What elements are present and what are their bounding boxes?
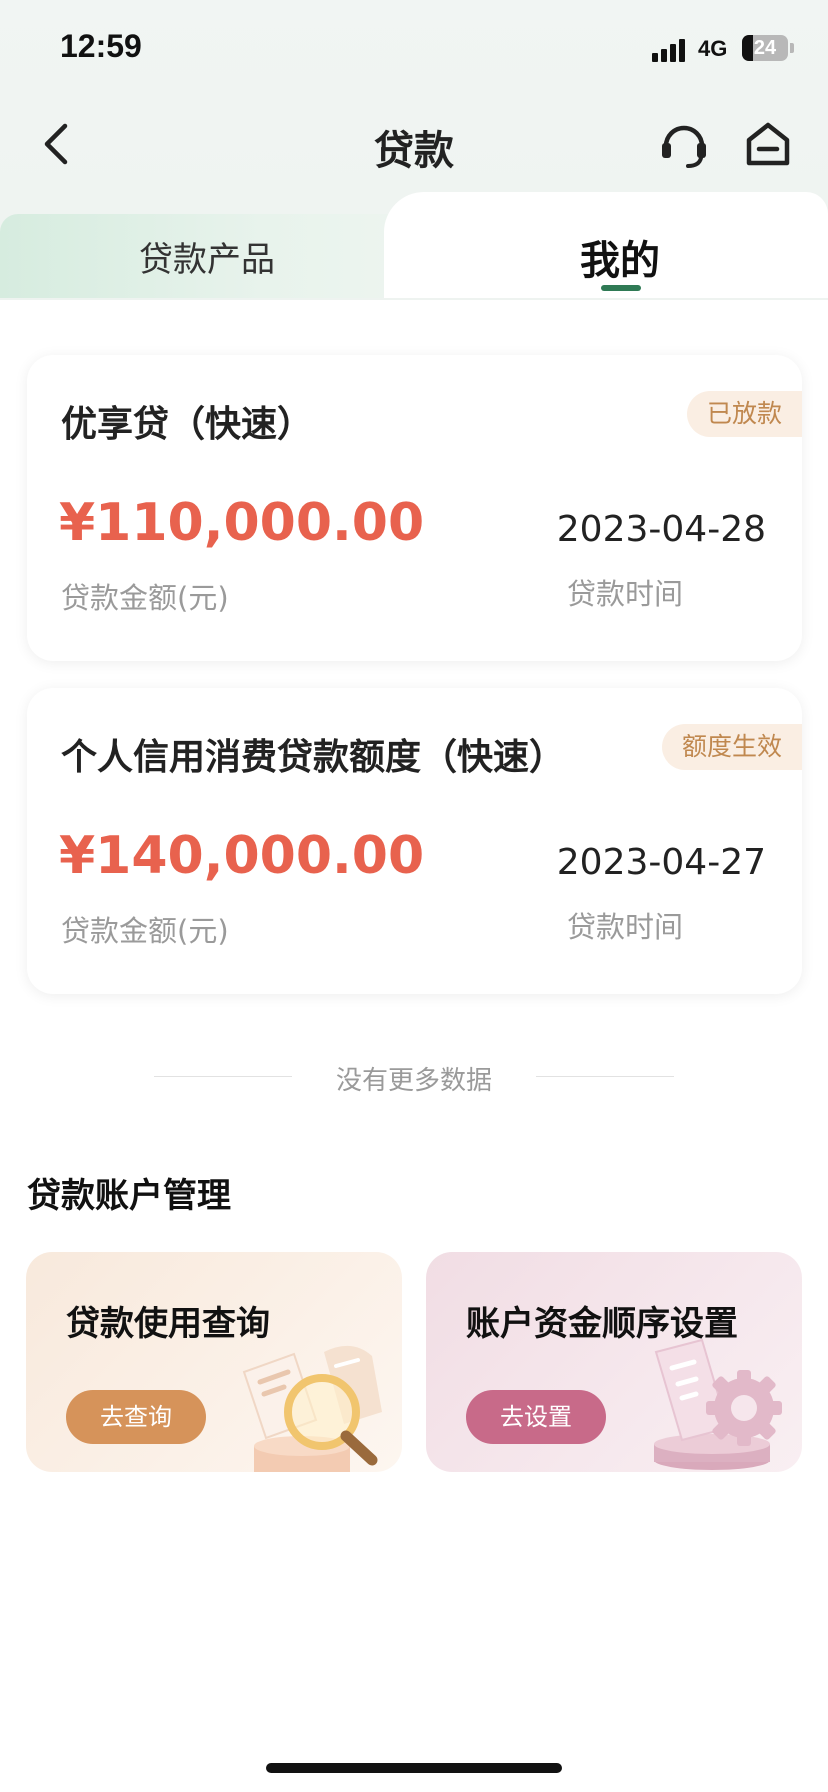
- battery-level: 24: [753, 37, 777, 59]
- loan-name: 个人信用消费贷款额度（快速）: [61, 737, 566, 778]
- status-badge: 已放款: [686, 391, 802, 437]
- loan-card[interactable]: 优享贷（快速） 已放款 ¥110,000.00 贷款金额(元) 2023-04-…: [27, 355, 802, 661]
- nav-bar: 贷款: [0, 100, 828, 190]
- loan-amount-label: 贷款金额(元): [61, 914, 229, 948]
- settings-button[interactable]: 去设置: [466, 1390, 606, 1444]
- customer-service-button[interactable]: [656, 116, 712, 172]
- loan-date: 2023-04-28: [556, 509, 766, 550]
- phone-gear-icon: [654, 1338, 782, 1470]
- loan-date: 2023-04-27: [556, 842, 766, 883]
- tab-loan-products-label[interactable]: 贷款产品: [0, 232, 414, 281]
- battery-icon: 24: [742, 35, 788, 61]
- loan-amount-label: 贷款金额(元): [61, 581, 229, 615]
- tab-bar: 贷款产品 我的: [0, 192, 828, 298]
- document-magnifier-icon: [242, 1345, 382, 1472]
- loan-name: 优享贷（快速）: [61, 404, 314, 445]
- section-title: 贷款账户管理: [27, 1176, 231, 1216]
- loan-amount: ¥110,000.00: [59, 493, 425, 553]
- headset-icon: [662, 125, 706, 168]
- home-indicator[interactable]: [266, 1763, 562, 1773]
- tab-mine-label[interactable]: 我的: [520, 228, 720, 286]
- network-type: 4G: [698, 36, 728, 61]
- signal-icon: [652, 38, 692, 62]
- no-more-data: 没有更多数据: [0, 1056, 828, 1096]
- divider: [536, 1076, 674, 1077]
- loan-usage-query-card[interactable]: 贷款使用查询 去查询: [26, 1252, 402, 1472]
- battery-nub: [790, 43, 794, 53]
- status-bar: 12:59 4G 24: [0, 0, 828, 100]
- no-more-data-text: 没有更多数据: [335, 1066, 492, 1096]
- loan-date-label: 贷款时间: [567, 910, 684, 944]
- active-tab-indicator: [601, 285, 641, 291]
- home-button[interactable]: [740, 116, 796, 172]
- status-time: 12:59: [60, 28, 142, 64]
- loan-date-label: 贷款时间: [567, 577, 684, 611]
- home-icon: [746, 122, 790, 166]
- status-badge: 额度生效: [661, 724, 802, 770]
- loan-amount: ¥140,000.00: [59, 826, 425, 886]
- account-fund-order-card[interactable]: 账户资金顺序设置 去设置: [426, 1252, 802, 1472]
- loan-card[interactable]: 个人信用消费贷款额度（快速） 额度生效 ¥140,000.00 贷款金额(元) …: [27, 688, 802, 994]
- query-button[interactable]: 去查询: [66, 1390, 206, 1444]
